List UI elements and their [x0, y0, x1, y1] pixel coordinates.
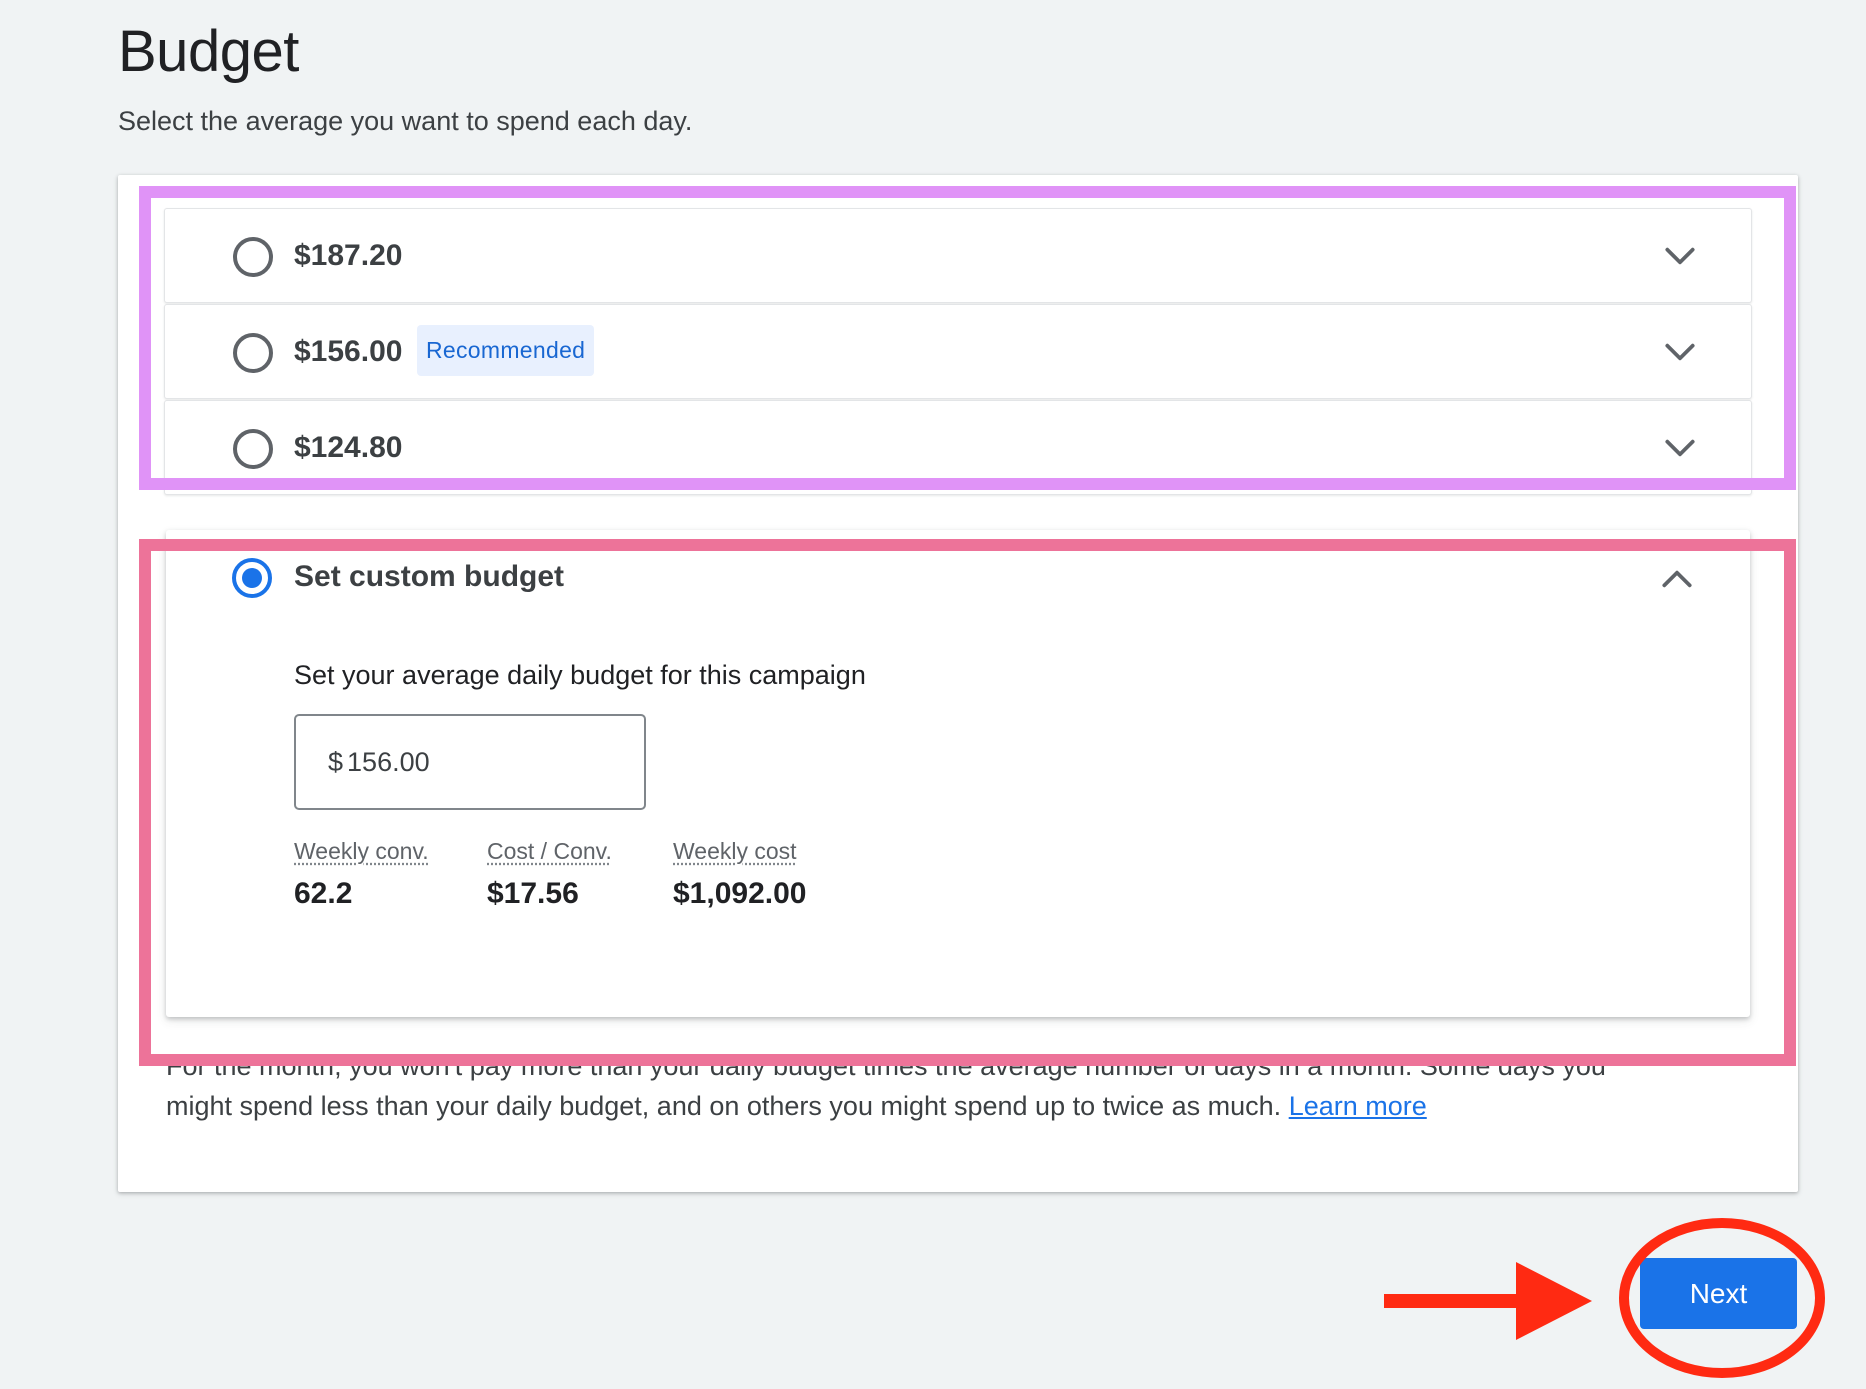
metric-label[interactable]: Weekly cost [673, 838, 806, 865]
footnote-line-2-text: might spend less than your daily budget,… [166, 1091, 1282, 1121]
budget-option-1[interactable]: $187.20 [164, 208, 1752, 303]
annotation-circle [1619, 1218, 1825, 1378]
metric-value: $1,092.00 [673, 877, 807, 910]
metric-label[interactable]: Weekly conv. [294, 838, 429, 865]
chevron-down-icon[interactable] [1661, 333, 1699, 371]
footnote-line-1: For the month, you won't pay more than y… [166, 1051, 1606, 1081]
recommended-badge: Recommended [417, 325, 595, 376]
radio-button-unselected[interactable] [233, 333, 273, 373]
page-subtitle: Select the average you want to spend eac… [118, 106, 693, 136]
metric-label[interactable]: Cost / Conv. [487, 838, 612, 865]
arrow-right-icon [1384, 1262, 1592, 1340]
budget-option-amount: $124.80 [294, 431, 403, 464]
metric-value: 62.2 [294, 877, 353, 910]
budget-page: Budget Select the average you want to sp… [0, 0, 1866, 1389]
metric-value: $17.56 [487, 877, 579, 910]
footnote-line-2: might spend less than your daily budget,… [166, 1086, 1427, 1126]
budget-option-2[interactable]: $156.00 Recommended [164, 304, 1752, 399]
budget-option-amount: $187.20 [294, 239, 403, 272]
page-title: Budget [118, 19, 299, 84]
learn-more-link[interactable]: Learn more [1289, 1091, 1427, 1121]
custom-budget-description: Set your average daily budget for this c… [294, 660, 866, 690]
radio-button-selected[interactable] [232, 558, 272, 598]
daily-budget-input[interactable]: $ 156.00 [294, 714, 646, 810]
radio-dot [242, 568, 262, 588]
daily-budget-value[interactable]: 156.00 [347, 747, 430, 778]
custom-budget-label: Set custom budget [294, 560, 565, 593]
chevron-down-icon[interactable] [1661, 237, 1699, 275]
custom-budget-panel: Set custom budget Set your average daily… [166, 530, 1750, 1017]
metric-cost-per-conversion: Cost / Conv. $17.56 [487, 838, 612, 911]
budget-option-3[interactable]: $124.80 [164, 400, 1752, 495]
metric-weekly-conversions: Weekly conv. 62.2 [294, 838, 429, 911]
currency-symbol: $ [328, 746, 344, 777]
radio-button-unselected[interactable] [233, 237, 273, 277]
chevron-up-icon[interactable] [1658, 560, 1696, 598]
chevron-down-icon[interactable] [1661, 429, 1699, 467]
metric-weekly-cost: Weekly cost $1,092.00 [673, 838, 806, 911]
radio-button-unselected[interactable] [233, 429, 273, 469]
budget-option-amount: $156.00 [294, 335, 403, 368]
